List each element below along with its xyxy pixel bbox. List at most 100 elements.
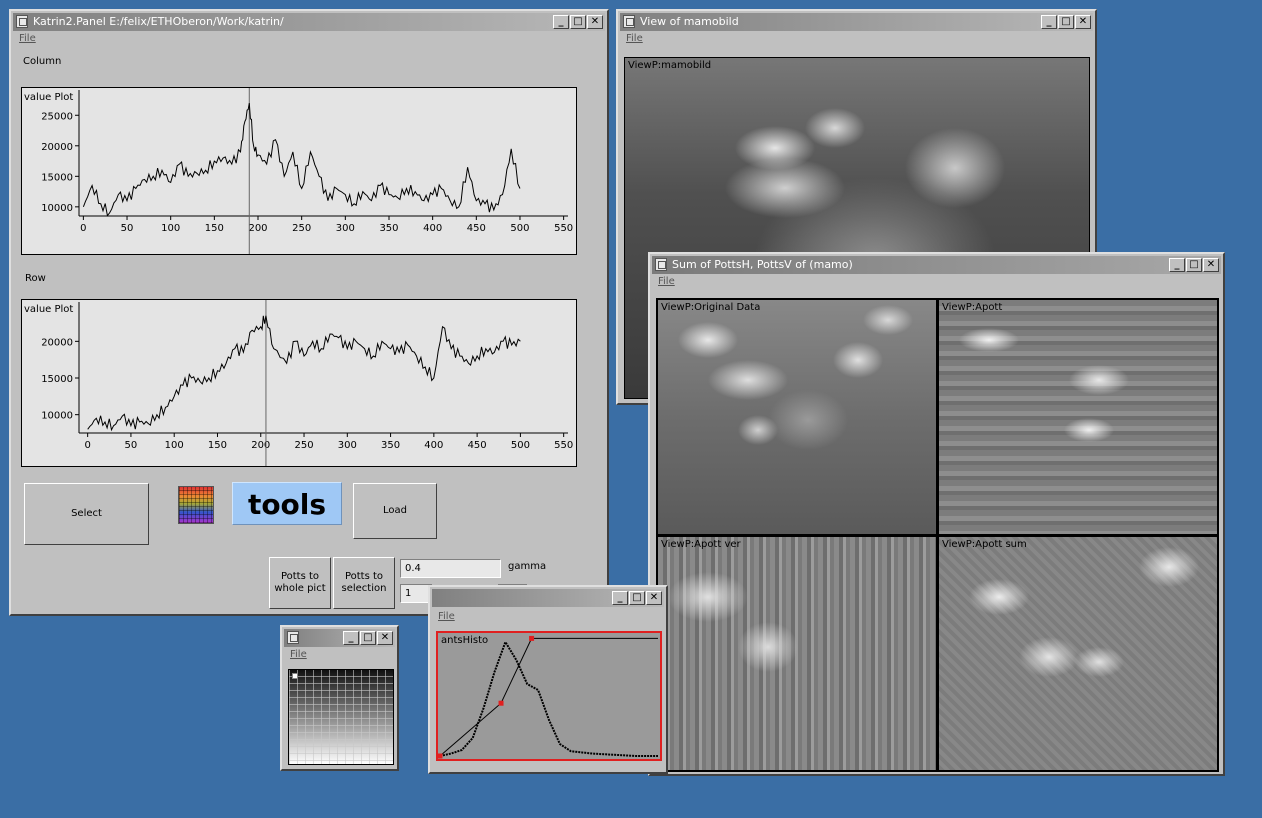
histogram-plot[interactable]: antsHisto <box>436 631 662 761</box>
maximize-button[interactable]: □ <box>1186 258 1202 272</box>
maximize-button[interactable]: □ <box>360 631 376 645</box>
plot-title: value Plot <box>24 92 73 103</box>
y-tick-label: 10000 <box>41 203 73 214</box>
mapping-curve <box>439 637 658 757</box>
minimize-button[interactable]: _ <box>1169 258 1185 272</box>
gamma-label: gamma <box>508 561 547 572</box>
row-plot-svg: value Plot 0 50 100 150 200 250 300 350 400 450 500… <box>24 300 573 466</box>
minimize-button[interactable]: _ <box>612 591 628 605</box>
panel-title: Katrin2.Panel E:/felix/ETHOberon/Work/ka… <box>33 15 284 28</box>
x-tick-label: 500 <box>511 440 530 451</box>
close-button[interactable]: ✕ <box>377 631 393 645</box>
grayscale-palette[interactable] <box>288 669 394 765</box>
select-button[interactable]: Select <box>24 483 149 545</box>
x-tick-label: 500 <box>510 223 529 234</box>
x-tick-label: 200 <box>251 440 270 451</box>
view-mamobild-title: View of mamobild <box>640 15 739 28</box>
potts-views-grid: ViewP:Original Data ViewP:Apott ViewP:Ap… <box>656 298 1219 772</box>
potts-whole-pict-button[interactable]: Potts to whole pict <box>269 557 331 609</box>
original-data-label: ViewP:Original Data <box>661 302 761 313</box>
file-menu[interactable]: File <box>626 33 643 44</box>
y-tick-label: 15000 <box>41 374 73 385</box>
mapping-control-point <box>438 753 443 759</box>
palette-titlebar[interactable]: _ □ ✕ <box>284 629 395 647</box>
column-plot[interactable]: value Plot 0 50 100 150 200 250 300 350 400 450 500… <box>21 87 577 255</box>
katrin-panel-window: Katrin2.Panel E:/felix/ETHOberon/Work/ka… <box>9 9 609 616</box>
mapping-control-point <box>498 700 504 706</box>
sum-potts-window: Sum of PottsH, PottsV of (mamo) _ □ ✕ Fi… <box>648 252 1225 776</box>
apott-label: ViewP:Apott <box>942 302 1003 313</box>
x-tick-label: 100 <box>165 440 184 451</box>
potts-selection-button[interactable]: Potts to selection <box>333 557 395 609</box>
close-button[interactable]: ✕ <box>1203 258 1219 272</box>
gamma-input[interactable]: 0.4 <box>400 559 501 578</box>
mapping-control-point <box>529 635 535 641</box>
x-tick-label: 250 <box>294 440 313 451</box>
apott-ver-view[interactable]: ViewP:Apott ver <box>657 536 937 771</box>
palette-window: _ □ ✕ File <box>280 625 399 771</box>
minimize-button[interactable]: _ <box>553 15 569 29</box>
apott-sum-view[interactable]: ViewP:Apott sum <box>938 536 1218 771</box>
histogram-label: antsHisto <box>441 635 489 646</box>
y-tick-label: 20000 <box>41 337 73 348</box>
view-mamobild-titlebar[interactable]: View of mamobild _ □ ✕ <box>620 13 1093 31</box>
x-tick-label: 450 <box>468 440 487 451</box>
file-menu[interactable]: File <box>438 611 455 622</box>
close-button[interactable]: ✕ <box>1075 15 1091 29</box>
window-icon <box>287 631 299 644</box>
minimize-button[interactable]: _ <box>1041 15 1057 29</box>
close-button[interactable]: ✕ <box>646 591 662 605</box>
tools-button[interactable]: tools <box>232 482 342 525</box>
y-tick-label: 10000 <box>41 411 73 422</box>
x-tick-label: 150 <box>208 440 227 451</box>
apott-view[interactable]: ViewP:Apott <box>938 299 1218 535</box>
x-tick-label: 300 <box>338 440 357 451</box>
close-button[interactable]: ✕ <box>587 15 603 29</box>
load-button[interactable]: Load <box>353 483 437 539</box>
window-icon <box>16 15 28 28</box>
potts-sel-line1: Potts to <box>344 571 384 582</box>
column-label: Column <box>23 56 62 67</box>
window-icon <box>623 15 635 28</box>
maximize-button[interactable]: □ <box>629 591 645 605</box>
column-plot-svg: value Plot 0 50 100 150 200 250 300 350 400 450 500… <box>24 88 573 254</box>
maximize-button[interactable]: □ <box>570 15 586 29</box>
file-menu[interactable]: File <box>290 649 307 660</box>
maximize-button[interactable]: □ <box>1058 15 1074 29</box>
minimize-button[interactable]: _ <box>343 631 359 645</box>
x-tick-label: 400 <box>424 440 443 451</box>
panel-titlebar[interactable]: Katrin2.Panel E:/felix/ETHOberon/Work/ka… <box>13 13 605 31</box>
x-tick-label: 350 <box>379 223 398 234</box>
x-tick-label: 100 <box>161 223 180 234</box>
window-icon <box>655 258 667 271</box>
apott-sum-label: ViewP:Apott sum <box>942 539 1027 550</box>
x-tick-label: 300 <box>336 223 355 234</box>
color-palette-icon[interactable] <box>178 486 214 524</box>
histogram-titlebar[interactable]: _ □ ✕ <box>432 589 664 607</box>
x-tick-label: 200 <box>248 223 267 234</box>
x-tick-label: 250 <box>292 223 311 234</box>
row-label: Row <box>25 273 46 284</box>
x-tick-label: 550 <box>554 223 573 234</box>
series-line <box>87 315 521 432</box>
y-tick-label: 25000 <box>41 111 73 122</box>
mamobild-view-label: ViewP:mamobild <box>628 60 712 71</box>
row-plot[interactable]: value Plot 0 50 100 150 200 250 300 350 400 450 500… <box>21 299 577 467</box>
original-data-view[interactable]: ViewP:Original Data <box>657 299 937 535</box>
potts-whole-line1: Potts to <box>280 571 320 582</box>
histogram-line <box>439 639 658 757</box>
x-tick-label: 550 <box>554 440 573 451</box>
sum-potts-titlebar[interactable]: Sum of PottsH, PottsV of (mamo) _ □ ✕ <box>652 256 1221 274</box>
x-tick-label: 150 <box>205 223 224 234</box>
file-menu[interactable]: File <box>19 33 36 44</box>
x-tick-label: 0 <box>80 223 86 234</box>
x-tick-label: 450 <box>467 223 486 234</box>
histogram-window: _ □ ✕ File antsHisto <box>428 585 668 774</box>
series-line <box>82 103 521 217</box>
sum-potts-title: Sum of PottsH, PottsV of (mamo) <box>672 258 853 271</box>
apott-ver-label: ViewP:Apott ver <box>661 539 741 550</box>
file-menu[interactable]: File <box>658 276 675 287</box>
potts-sel-line2: selection <box>341 583 387 594</box>
potts-whole-line2: whole pict <box>274 583 326 594</box>
x-tick-label: 50 <box>125 440 138 451</box>
